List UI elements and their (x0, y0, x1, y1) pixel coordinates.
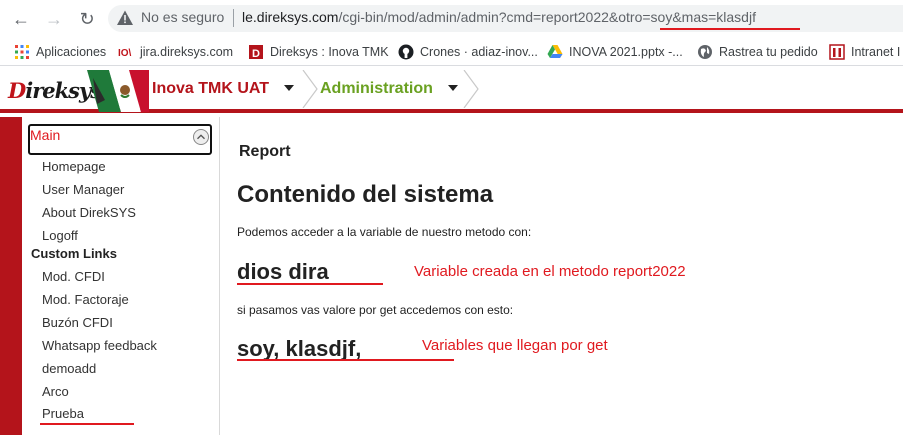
bookmarks-bar: Aplicaciones IO\ jira.direksys.com D Dir… (0, 37, 903, 66)
globe-icon (698, 45, 712, 59)
bookmark-github[interactable]: Crones · adiaz-inov... (398, 43, 538, 61)
method-variable-value: dios dira (237, 259, 329, 284)
sidebar-item-user-manager[interactable]: User Manager (42, 182, 124, 197)
jira-icon: IO\ (118, 48, 132, 59)
reload-icon[interactable]: ↻ (76, 8, 98, 30)
value2-underline (237, 359, 454, 361)
bookmark-label: Rastrea tu pedido (719, 45, 818, 59)
github-icon (398, 44, 414, 60)
description-text-2: si pasamos vas valore por get accedemos … (237, 303, 514, 317)
apps-grid-icon (15, 45, 29, 59)
bookmark-direksys[interactable]: D Direksys : Inova TMK (248, 43, 389, 61)
bookmark-label: Intranet I (851, 45, 901, 59)
sidebar-item-arco[interactable]: Arco (42, 384, 69, 399)
report-label: Report (239, 143, 291, 160)
sidebar-item-homepage[interactable]: Homepage (42, 159, 106, 174)
url-text[interactable]: le.direksys.com/cgi-bin/mod/admin/admin?… (242, 9, 756, 25)
bookmark-rastrea[interactable]: Rastrea tu pedido (697, 43, 818, 61)
page-title: Contenido del sistema (237, 181, 494, 208)
sidebar-section-custom-links: Custom Links (31, 246, 117, 261)
direksys-icon: D (249, 45, 263, 60)
caret-down-icon[interactable] (284, 85, 294, 91)
bookmark-label: Aplicaciones (36, 45, 107, 59)
bookmark-label: Crones · adiaz-inov... (420, 45, 538, 59)
mexico-flag-icon (87, 70, 149, 112)
bookmark-aplicaciones[interactable]: Aplicaciones (14, 43, 106, 61)
value1-underline (237, 283, 383, 285)
warning-triangle-icon[interactable] (116, 9, 134, 27)
bookmark-intranet[interactable]: Intranet I (829, 43, 900, 61)
annotation-get-variables: Variables que llegan por get (422, 337, 608, 354)
url-host: le.direksys.com (242, 9, 339, 25)
sidebar-item-demoadd[interactable]: demoadd (42, 361, 96, 376)
svg-text:D: D (252, 48, 260, 60)
sidebar-item-prueba[interactable]: Prueba (42, 406, 84, 421)
url-path: /cgi-bin/mod/admin/admin?cmd=report2022&… (338, 9, 756, 25)
sidebar-item-mod-factoraje[interactable]: Mod. Factoraje (42, 292, 129, 307)
bookmark-label: Direksys : Inova TMK (270, 45, 389, 59)
sidebar-item-about[interactable]: About DirekSYS (42, 205, 136, 220)
sidebar-item-buzon-cfdi[interactable]: Buzón CFDI (42, 315, 113, 330)
left-accent-strip (0, 117, 22, 435)
browser-toolbar: ← → ↻ No es seguro le.direksys.com/cgi-b… (0, 0, 903, 37)
svg-text:IO\: IO\ (118, 48, 132, 59)
sidebar-item-whatsapp-feedback[interactable]: Whatsapp feedback (42, 338, 157, 353)
prueba-underline (40, 423, 134, 425)
collapse-icon[interactable] (193, 129, 209, 145)
bookmark-jira[interactable]: IO\ jira.direksys.com (118, 43, 233, 61)
bookmark-label: jira.direksys.com (140, 45, 234, 59)
breadcrumb-chevron-icon (463, 70, 479, 108)
caret-down-icon[interactable] (448, 85, 458, 91)
annotation-method-variable: Variable creada en el metodo report2022 (414, 263, 686, 280)
back-arrow-icon[interactable]: ← (10, 8, 32, 30)
intranet-icon (829, 44, 845, 60)
sidebar-main-label: Main (30, 127, 61, 143)
forward-arrow-icon[interactable]: → (43, 8, 65, 30)
sidebar-item-logoff[interactable]: Logoff (42, 228, 78, 243)
module-selector[interactable]: Administration (320, 80, 433, 98)
breadcrumb-chevron-icon (302, 70, 318, 108)
description-text-1: Podemos acceder a la variable de nuestro… (237, 225, 532, 239)
not-secure-label[interactable]: No es seguro (141, 9, 224, 25)
sidebar-item-mod-cfdi[interactable]: Mod. CFDI (42, 269, 105, 284)
app-selector[interactable]: Inova TMK UAT (152, 80, 269, 98)
address-separator (233, 9, 234, 27)
drive-icon (547, 45, 563, 58)
bookmark-drive[interactable]: INOVA 2021.pptx -... (547, 43, 683, 61)
url-params-underline (660, 28, 800, 30)
bookmark-label: INOVA 2021.pptx -... (569, 45, 683, 59)
